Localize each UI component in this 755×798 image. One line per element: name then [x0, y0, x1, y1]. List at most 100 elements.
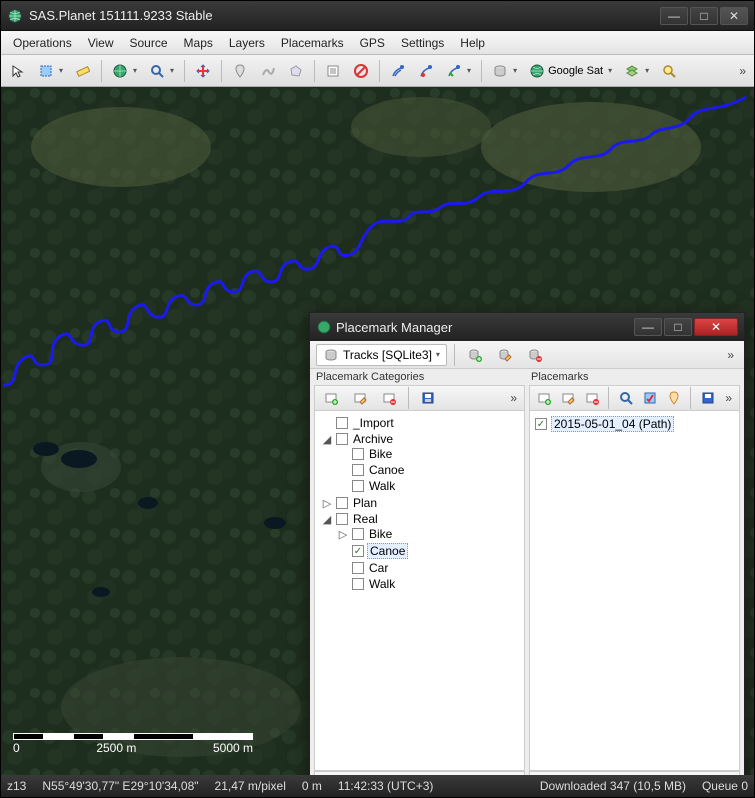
tree-item-real-car[interactable]: Car	[367, 561, 390, 575]
menu-gps[interactable]: GPS	[352, 34, 393, 52]
layers-tool[interactable]: ▾	[619, 58, 654, 84]
menu-operations[interactable]: Operations	[5, 34, 80, 52]
menu-settings[interactable]: Settings	[393, 34, 452, 52]
checkbox[interactable]	[352, 464, 364, 476]
checkbox[interactable]	[352, 528, 364, 540]
dialog-title: Placemark Manager	[336, 320, 634, 335]
checkbox[interactable]	[352, 448, 364, 460]
placemark-manager-tool[interactable]	[320, 58, 346, 84]
separator	[408, 387, 409, 409]
pm-remove-button[interactable]	[581, 385, 602, 411]
placemarks-list[interactable]: 2015-05-01_04 (Path)	[529, 411, 740, 771]
scale-bar: 0 2500 m 5000 m	[13, 733, 253, 755]
pm-toolbar-overflow[interactable]: »	[721, 391, 736, 405]
rect-select-tool[interactable]: ▾	[33, 58, 68, 84]
pm-add-button[interactable]	[533, 385, 554, 411]
tree-item-archive-canoe[interactable]: Canoe	[367, 463, 406, 477]
close-button[interactable]: ✕	[720, 7, 748, 25]
dialog-maximize-button[interactable]: □	[664, 318, 692, 336]
menu-view[interactable]: View	[80, 34, 122, 52]
tree-item-real[interactable]: Real	[351, 512, 380, 526]
menu-source[interactable]: Source	[122, 34, 176, 52]
db-remove-button[interactable]	[522, 342, 548, 368]
tree-item-archive-bike[interactable]: Bike	[367, 447, 394, 461]
placemark-item[interactable]: 2015-05-01_04 (Path)	[534, 415, 735, 433]
toolbar-overflow-icon[interactable]: »	[735, 64, 750, 78]
tree-item-real-walk[interactable]: Walk	[367, 577, 397, 591]
tree-item-real-canoe[interactable]: Canoe	[367, 543, 408, 559]
db-toolbar-overflow[interactable]: »	[723, 348, 738, 362]
checkbox[interactable]	[336, 433, 348, 445]
cat-add-button[interactable]	[318, 385, 344, 411]
add-polygon-tool[interactable]	[283, 58, 309, 84]
expand-icon[interactable]: ▷	[337, 528, 349, 541]
checkbox[interactable]	[352, 480, 364, 492]
checkbox[interactable]	[535, 418, 547, 430]
pin-icon	[232, 63, 248, 79]
cat-toolbar-overflow[interactable]: »	[506, 391, 521, 405]
tree-item-archive-walk[interactable]: Walk	[367, 479, 397, 493]
separator	[608, 387, 609, 409]
dialog-close-button[interactable]: ✕	[694, 318, 738, 336]
pm-pin-button[interactable]	[663, 385, 684, 411]
pm-edit-button[interactable]	[557, 385, 578, 411]
db-label: Tracks [SQLite3]	[343, 348, 432, 362]
hide-marks-tool[interactable]	[348, 58, 374, 84]
gps-connect-tool[interactable]	[385, 58, 411, 84]
database-icon	[323, 347, 339, 363]
status-queue: Queue 0	[702, 779, 748, 793]
tree-item-plan[interactable]: Plan	[351, 496, 379, 510]
dialog-minimize-button[interactable]: —	[634, 318, 662, 336]
expand-icon[interactable]: ◢	[321, 513, 333, 526]
categories-toolbar: »	[314, 385, 525, 411]
cat-save-button[interactable]	[415, 385, 441, 411]
maximize-button[interactable]: □	[690, 7, 718, 25]
tree-item-import[interactable]: _Import	[351, 416, 396, 430]
categories-tree[interactable]: _Import ◢ Archive Bike Canoe Walk ▷ Plan ◢…	[314, 411, 525, 771]
add-path-tool[interactable]	[255, 58, 281, 84]
menu-help[interactable]: Help	[452, 34, 493, 52]
zoom-tool[interactable]: ▾	[144, 58, 179, 84]
status-coords: N55°49'30,77" E29°10'34,08"	[42, 779, 198, 793]
pm-save-button[interactable]	[697, 385, 718, 411]
dialog-titlebar[interactable]: Placemark Manager — □ ✕	[310, 313, 744, 341]
status-time: 11:42:33 (UTC+3)	[338, 779, 434, 793]
pm-goto-button[interactable]	[615, 385, 636, 411]
cat-remove-button[interactable]	[376, 385, 402, 411]
map-source-select[interactable]: Google Sat ▾	[524, 58, 617, 84]
map-viewport[interactable]: 0 2500 m 5000 m Placemark Manager — □ ✕ …	[1, 87, 754, 775]
fullscreen-tool[interactable]	[190, 58, 216, 84]
gps-track-tool[interactable]	[413, 58, 439, 84]
tree-item-real-bike[interactable]: Bike	[367, 527, 394, 541]
search-tool[interactable]	[656, 58, 682, 84]
add-point-tool[interactable]	[227, 58, 253, 84]
menu-placemarks[interactable]: Placemarks	[273, 34, 352, 52]
minimize-button[interactable]: —	[660, 7, 688, 25]
cache-tool[interactable]: ▾	[487, 58, 522, 84]
gps-follow-tool[interactable]: ▾	[441, 58, 476, 84]
status-scale: 21,47 m/pixel	[215, 779, 286, 793]
menu-maps[interactable]: Maps	[176, 34, 221, 52]
checkbox[interactable]	[336, 497, 348, 509]
expand-icon[interactable]: ▷	[321, 497, 333, 510]
placemark-label[interactable]: 2015-05-01_04 (Path)	[551, 416, 674, 432]
status-elev: 0 m	[302, 779, 322, 793]
menu-layers[interactable]: Layers	[221, 34, 273, 52]
checkbox[interactable]	[352, 578, 364, 590]
db-selector[interactable]: Tracks [SQLite3] ▾	[316, 344, 447, 366]
checkbox[interactable]	[336, 417, 348, 429]
cat-edit-button[interactable]	[347, 385, 373, 411]
db-add-button[interactable]	[462, 342, 488, 368]
checkbox[interactable]	[352, 562, 364, 574]
checkbox[interactable]	[352, 545, 364, 557]
pm-select-button[interactable]	[639, 385, 660, 411]
goto-tool[interactable]: ▾	[107, 58, 142, 84]
measure-tool[interactable]	[70, 58, 96, 84]
db-edit-button[interactable]	[492, 342, 518, 368]
expand-icon[interactable]: ◢	[321, 433, 333, 446]
tree-item-archive[interactable]: Archive	[351, 432, 395, 446]
categories-title: Placemark Categories	[314, 369, 525, 385]
pointer-tool[interactable]	[5, 58, 31, 84]
disk-icon	[492, 63, 508, 79]
checkbox[interactable]	[336, 513, 348, 525]
